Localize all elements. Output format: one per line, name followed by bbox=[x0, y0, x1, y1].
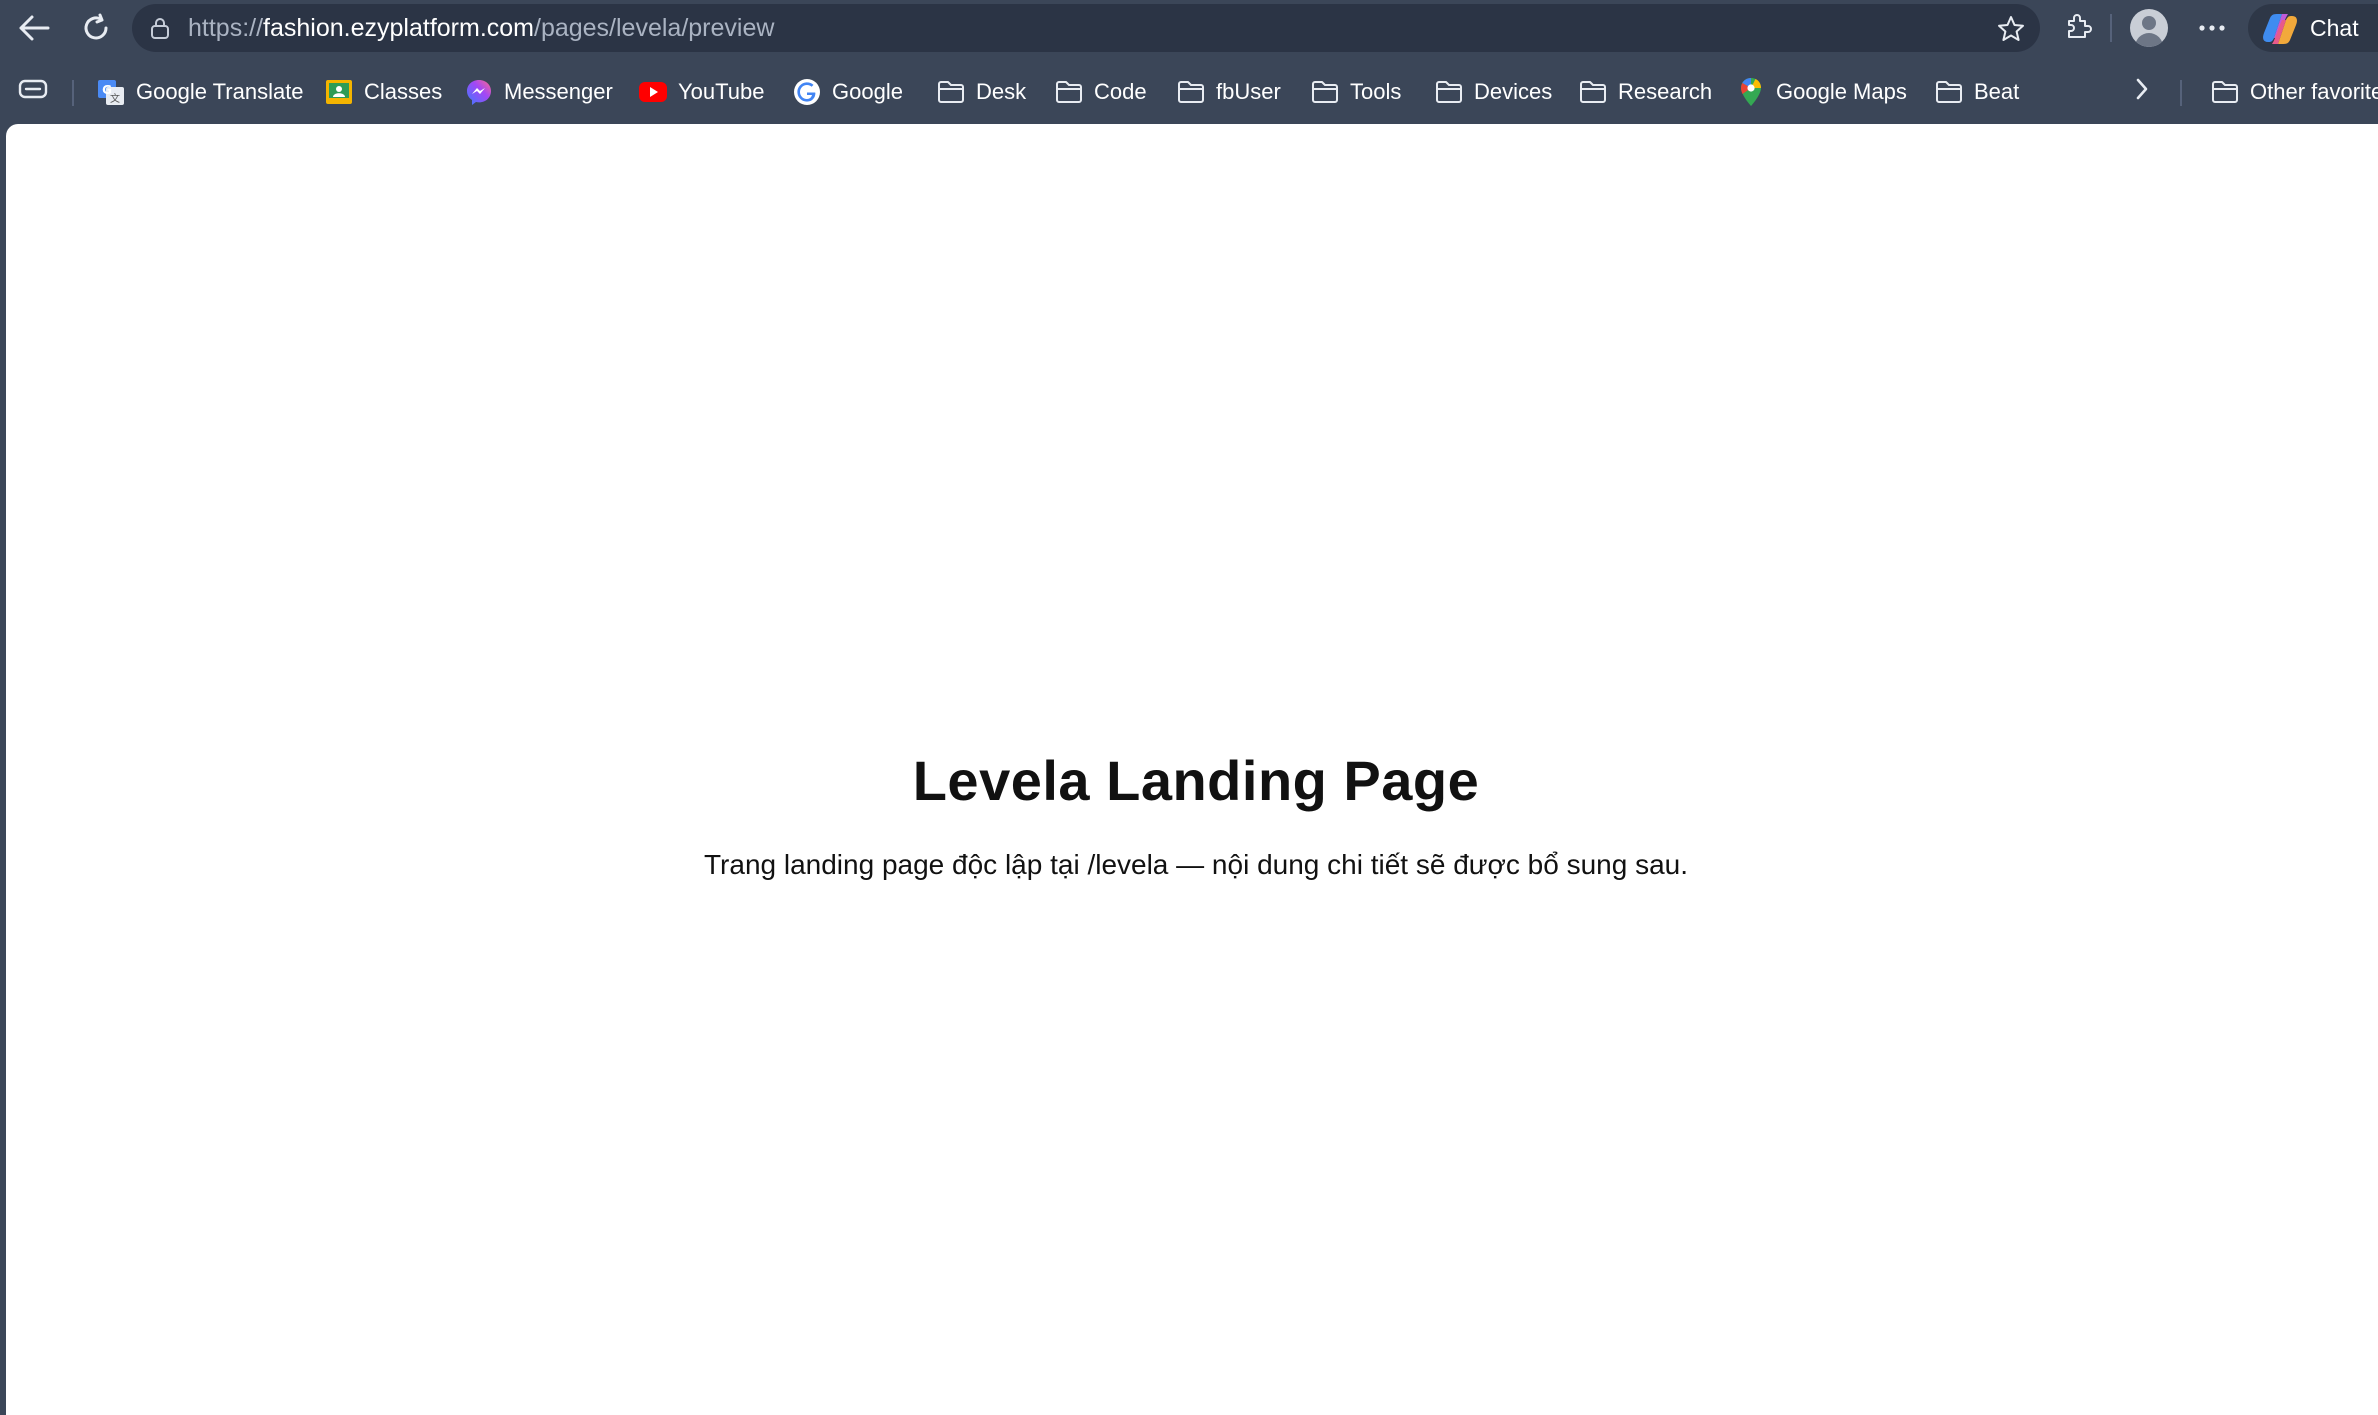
folder-icon bbox=[2210, 77, 2240, 107]
back-arrow-icon bbox=[17, 14, 51, 42]
favorite-star-icon[interactable] bbox=[1996, 14, 2026, 49]
bookmarks-bar: G文 Google Translate Classes Messenger Yo… bbox=[0, 66, 2378, 118]
tab-actions-button[interactable] bbox=[18, 66, 48, 118]
bookmark-folder-beat[interactable]: Beat bbox=[1934, 66, 2019, 118]
url-host: fashion.ezyplatform.com bbox=[263, 14, 534, 42]
copilot-icon bbox=[2260, 12, 2300, 51]
bookmark-label: YouTube bbox=[678, 79, 765, 104]
profile-button[interactable] bbox=[2126, 8, 2172, 48]
folder-icon bbox=[1054, 77, 1084, 107]
other-favorites-folder[interactable]: Other favorite bbox=[2210, 66, 2378, 118]
page-viewport: Levela Landing Page Trang landing page đ… bbox=[6, 124, 2378, 1415]
puzzle-icon bbox=[2063, 11, 2093, 46]
bookmark-label: Code bbox=[1094, 79, 1147, 104]
refresh-icon bbox=[81, 13, 111, 43]
bookmark-folder-code[interactable]: Code bbox=[1054, 66, 1147, 118]
url-text[interactable]: https://fashion.ezyplatform.com/pages/le… bbox=[188, 13, 774, 43]
bookmark-label: Research bbox=[1618, 79, 1713, 104]
other-favorites-label: Other favorite bbox=[2250, 79, 2378, 104]
bookmark-label: Devices bbox=[1474, 79, 1553, 104]
bookmark-label: fbUser bbox=[1216, 79, 1281, 104]
chevron-right-icon bbox=[2132, 76, 2152, 108]
extensions-button[interactable] bbox=[2056, 8, 2100, 48]
classes-icon bbox=[324, 77, 354, 107]
back-button[interactable] bbox=[10, 8, 58, 48]
youtube-icon bbox=[638, 77, 668, 107]
page-subtitle: Trang landing page độc lập tại /levela —… bbox=[703, 849, 1689, 880]
refresh-button[interactable] bbox=[72, 8, 120, 48]
url-path: /pages/levela/preview bbox=[534, 14, 775, 42]
more-dots-icon bbox=[2198, 19, 2226, 37]
folder-icon bbox=[1578, 77, 1608, 107]
more-menu-button[interactable] bbox=[2190, 8, 2234, 48]
bookmark-google[interactable]: Google bbox=[792, 66, 903, 118]
bookmark-label: Beat bbox=[1974, 79, 2020, 104]
lock-icon[interactable] bbox=[148, 16, 172, 45]
google-maps-icon bbox=[1736, 77, 1766, 107]
bookmark-folder-tools[interactable]: Tools bbox=[1310, 66, 1401, 118]
page-title: Levela Landing Page bbox=[912, 749, 1480, 812]
toolbar-separator bbox=[2110, 14, 2112, 42]
google-translate-icon: G文 bbox=[96, 77, 126, 107]
bookmarks-separator bbox=[2180, 80, 2182, 106]
bookmark-google-translate[interactable]: G文 Google Translate bbox=[96, 66, 304, 118]
copilot-chat-button[interactable]: Chat bbox=[2248, 4, 2378, 52]
chat-label: Chat bbox=[2310, 15, 2359, 41]
browser-toolbar: https://fashion.ezyplatform.com/pages/le… bbox=[0, 0, 2378, 56]
folder-icon bbox=[1934, 77, 1964, 107]
bookmark-label: Classes bbox=[364, 79, 443, 104]
google-icon bbox=[792, 77, 822, 107]
bookmark-label: Google bbox=[832, 79, 903, 104]
bookmark-folder-desk[interactable]: Desk bbox=[936, 66, 1026, 118]
bookmark-label: Google Translate bbox=[136, 79, 304, 104]
url-prefix: https:// bbox=[188, 14, 264, 42]
bookmark-youtube[interactable]: YouTube bbox=[638, 66, 764, 118]
bookmark-messenger[interactable]: Messenger bbox=[464, 66, 613, 118]
bookmark-label: Tools bbox=[1350, 79, 1402, 104]
address-bar[interactable]: https://fashion.ezyplatform.com/pages/le… bbox=[132, 4, 2040, 52]
bookmark-folder-fbuser[interactable]: fbUser bbox=[1176, 66, 1281, 118]
bookmark-label: Google Maps bbox=[1776, 79, 1907, 104]
folder-icon bbox=[1434, 77, 1464, 107]
tab-actions-icon bbox=[18, 78, 48, 106]
bookmarks-separator bbox=[72, 80, 74, 106]
bookmark-label: Messenger bbox=[504, 79, 613, 104]
folder-icon bbox=[936, 77, 966, 107]
avatar bbox=[2130, 9, 2168, 47]
bookmark-folder-research[interactable]: Research bbox=[1578, 66, 1712, 118]
bookmark-google-maps[interactable]: Google Maps bbox=[1736, 66, 1907, 118]
folder-icon bbox=[1310, 77, 1340, 107]
bookmark-label: Desk bbox=[976, 79, 1027, 104]
svg-text:文: 文 bbox=[110, 92, 120, 105]
more-bookmarks-button[interactable] bbox=[2132, 66, 2152, 118]
bookmark-classes[interactable]: Classes bbox=[324, 66, 442, 118]
folder-icon bbox=[1176, 77, 1206, 107]
messenger-icon bbox=[464, 77, 494, 107]
bookmark-folder-devices[interactable]: Devices bbox=[1434, 66, 1552, 118]
